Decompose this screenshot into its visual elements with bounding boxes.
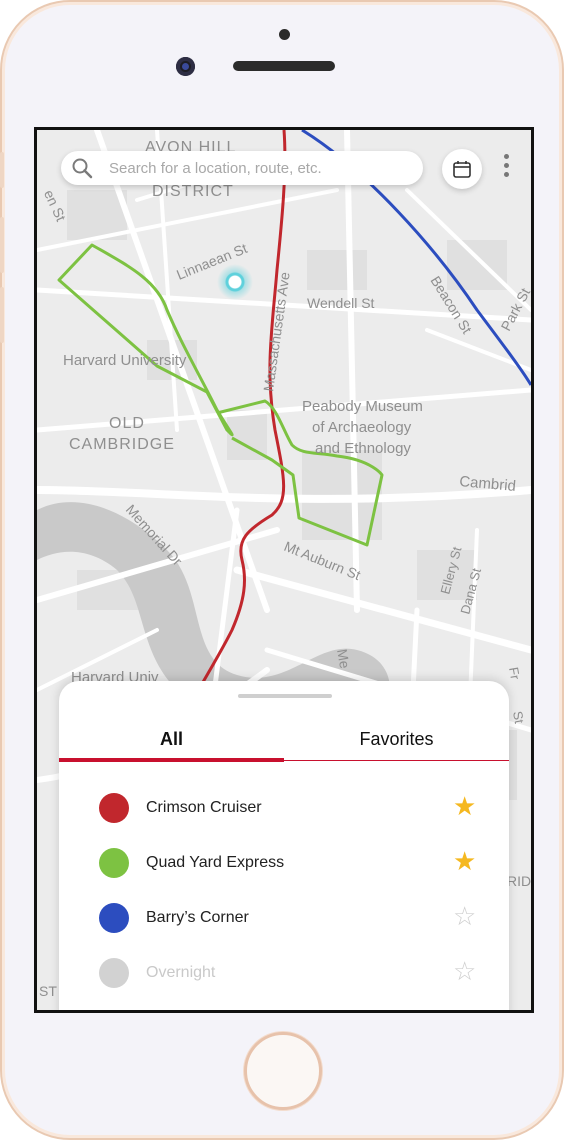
- map-label-peabody-2: of Archaeology: [312, 419, 412, 436]
- search-bar[interactable]: Search for a location, route, etc.: [61, 151, 423, 185]
- calendar-button[interactable]: [442, 149, 482, 189]
- routes-sheet: All Favorites Crimson Cruiser ★ Quad Yar…: [59, 681, 509, 1010]
- route-name: Quad Yard Express: [146, 854, 285, 871]
- phone-frame: AVON HILL DISTRICT en St Linnaean St Mas…: [0, 0, 564, 1140]
- front-camera: [176, 57, 195, 76]
- star-outline-icon[interactable]: ☆: [453, 901, 476, 931]
- map-label-peabody-3: and Ethnology: [315, 440, 411, 457]
- sheet-grabber[interactable]: [238, 694, 332, 698]
- route-item-crimson-cruiser[interactable]: Crimson Cruiser ★: [59, 787, 509, 827]
- map-label-wendell: Wendell St: [307, 295, 375, 311]
- star-filled-icon[interactable]: ★: [453, 791, 476, 821]
- tab-all-indicator: [59, 758, 284, 762]
- user-location-marker: [217, 264, 253, 300]
- calendar-icon: [453, 161, 471, 178]
- proximity-sensor: [279, 29, 290, 40]
- route-item-overnight[interactable]: Overnight ☆: [59, 952, 509, 992]
- route-item-barrys-corner[interactable]: Barry’s Corner ☆: [59, 897, 509, 937]
- search-input[interactable]: Search for a location, route, etc.: [109, 160, 322, 177]
- route-name: Crimson Cruiser: [146, 799, 262, 816]
- route-color-dot: [99, 903, 129, 933]
- route-color-dot: [99, 848, 129, 878]
- app-screen: AVON HILL DISTRICT en St Linnaean St Mas…: [34, 127, 534, 1013]
- map-label-peabody-1: Peabody Museum: [302, 398, 423, 415]
- route-color-dot: [99, 793, 129, 823]
- tab-divider: [284, 760, 509, 761]
- map-label-harvard-university: Harvard University: [63, 352, 187, 369]
- route-item-quad-yard-express[interactable]: Quad Yard Express ★: [59, 842, 509, 882]
- map-label-me: Me: [334, 648, 353, 670]
- map-label-old: OLD: [109, 415, 145, 432]
- side-button: [0, 287, 4, 343]
- map-label-district: DISTRICT: [152, 183, 234, 200]
- side-button: [0, 217, 4, 273]
- more-vertical-icon[interactable]: [500, 154, 512, 184]
- tab-all[interactable]: All: [59, 729, 284, 759]
- map-label-cambridge: CAMBRIDGE: [69, 436, 175, 453]
- tab-favorites[interactable]: Favorites: [284, 729, 509, 759]
- earpiece-speaker: [233, 61, 335, 71]
- home-button[interactable]: [244, 1032, 322, 1110]
- route-name: Overnight: [146, 964, 216, 981]
- search-icon: [72, 158, 93, 179]
- star-filled-icon[interactable]: ★: [453, 846, 476, 876]
- star-outline-icon[interactable]: ☆: [453, 956, 476, 986]
- side-button: [0, 152, 4, 188]
- map-label-rid: RID: [507, 873, 531, 889]
- map-label-st-edge: ST: [39, 983, 57, 999]
- route-name: Barry’s Corner: [146, 909, 249, 926]
- route-color-dot: [99, 958, 129, 988]
